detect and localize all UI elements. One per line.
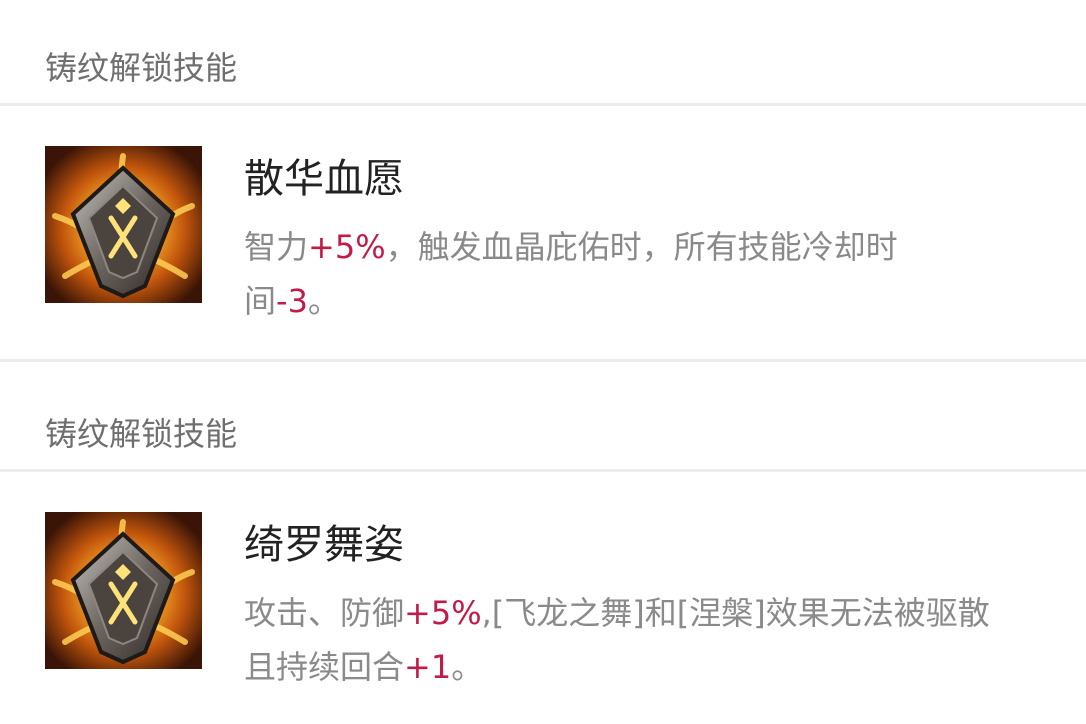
desc-text: 。 — [451, 648, 484, 686]
section-header: 铸纹解锁技能 — [45, 49, 238, 87]
skill-description: 攻击、防御+5%,[飞龙之舞]和[涅槃]效果无法被驱散且持续回合+1。 — [244, 586, 1044, 694]
desc-text: ，触发血晶庇佑时，所有技能冷却时 — [385, 228, 898, 266]
desc-text: 间 — [244, 282, 277, 320]
stat-value: +1 — [404, 648, 452, 686]
stat-value: +5% — [404, 594, 482, 632]
shield-rune-icon[interactable] — [45, 512, 202, 669]
stat-value: +5% — [308, 228, 386, 266]
desc-text: 。 — [307, 282, 340, 320]
desc-text: 攻击、防御 — [244, 594, 405, 632]
shield-rune-icon[interactable] — [45, 146, 202, 303]
section-header: 铸纹解锁技能 — [45, 415, 238, 453]
divider — [0, 359, 1086, 362]
desc-text: 且持续回合 — [244, 648, 405, 686]
stat-value: -3 — [276, 282, 308, 320]
skill-title: 散华血愿 — [244, 156, 404, 202]
divider — [0, 103, 1086, 106]
desc-text: 智力 — [244, 228, 309, 266]
skill-description: 智力+5%，触发血晶庇佑时，所有技能冷却时间-3。 — [244, 220, 1044, 328]
divider — [0, 469, 1086, 472]
skill-title: 绮罗舞姿 — [244, 522, 404, 568]
desc-text: ,[飞龙之舞]和[涅槃]效果无法被驱散 — [481, 594, 990, 632]
